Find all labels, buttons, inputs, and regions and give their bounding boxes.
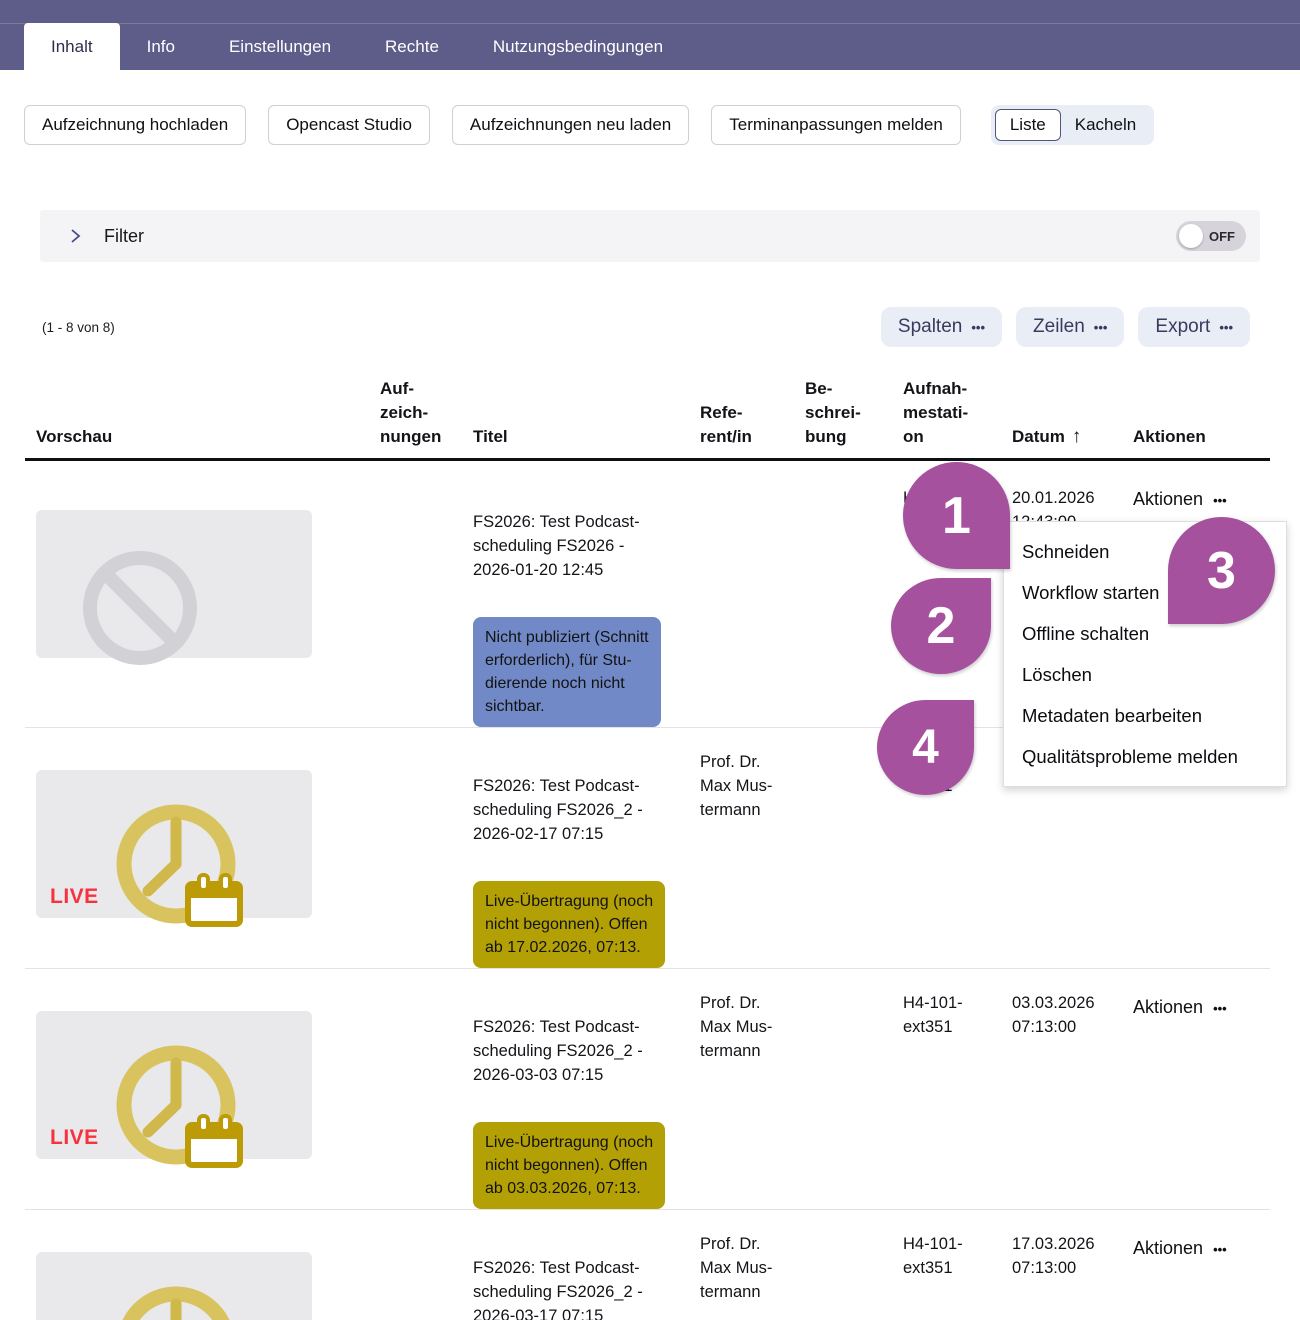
scheduled-live-icon <box>36 1276 312 1320</box>
cell-titel: FS2026: Test Podcast- scheduling FS2026 … <box>473 461 700 727</box>
cell-referent: Prof. Dr. Max Mus- termann <box>700 1210 805 1320</box>
header-vorschau: Vorschau <box>25 425 380 449</box>
preview-thumbnail[interactable]: LIVE <box>36 1252 312 1320</box>
columns-button[interactable]: Spalten ••• <box>881 307 1002 347</box>
cell-aufzeichnungen <box>380 461 473 727</box>
actions-label: Aktionen <box>1133 1238 1203 1259</box>
cell-beschreibung <box>805 1210 903 1320</box>
table-option-buttons: Spalten ••• Zeilen ••• Export ••• <box>881 307 1250 347</box>
tab-inhalt[interactable]: Inhalt <box>24 23 120 70</box>
export-button-label: Export <box>1155 316 1210 338</box>
cell-datum: 03.03.2026 07:13:00 <box>1012 969 1133 1209</box>
menu-item-qualitaetsprobleme-melden[interactable]: Qualitätsprobleme melden <box>1004 736 1286 777</box>
tab-bar: Inhalt Info Einstellungen Rechte Nutzung… <box>0 0 1300 70</box>
recording-title: FS2026: Test Podcast- scheduling FS2026 … <box>473 510 700 582</box>
rows-button[interactable]: Zeilen ••• <box>1016 307 1124 347</box>
table-row: LIVE FS2026: Test Podcast- scheduling FS… <box>25 1210 1270 1320</box>
row-actions-button[interactable]: Aktionen ••• <box>1133 1210 1270 1320</box>
opencast-studio-button[interactable]: Opencast Studio <box>268 105 430 145</box>
ellipsis-icon: ••• <box>1094 320 1108 335</box>
top-nav: Inhalt Info Einstellungen Rechte Nutzung… <box>0 0 1300 70</box>
live-badge: LIVE <box>50 1126 99 1150</box>
list-controls: (1 - 8 von 8) Spalten ••• Zeilen ••• Exp… <box>42 307 1250 347</box>
cell-aufnahmestation: H4-101- ext351 <box>903 1210 1012 1320</box>
ellipsis-icon: ••• <box>1213 1242 1227 1257</box>
tab-rechte[interactable]: Rechte <box>358 23 466 70</box>
recording-title: FS2026: Test Podcast- scheduling FS2026_… <box>473 774 700 846</box>
row-actions-button[interactable]: Aktionen ••• <box>1133 969 1270 1209</box>
blocked-icon <box>36 534 312 682</box>
tab-info[interactable]: Info <box>120 23 202 70</box>
filter-toggle[interactable]: OFF <box>1176 221 1246 251</box>
view-tiles-option[interactable]: Kacheln <box>1061 110 1150 140</box>
columns-button-label: Spalten <box>898 316 962 338</box>
table-header-row: Vorschau Auf- zeich- nungen Titel Refe- … <box>25 365 1270 461</box>
cell-aufzeichnungen <box>380 969 473 1209</box>
ellipsis-icon: ••• <box>971 320 985 335</box>
view-list-option[interactable]: Liste <box>995 109 1061 141</box>
export-button[interactable]: Export ••• <box>1138 307 1250 347</box>
upload-recording-button[interactable]: Aufzeichnung hochladen <box>24 105 246 145</box>
toggle-knob-icon <box>1179 224 1203 248</box>
filter-label: Filter <box>104 226 144 247</box>
sort-ascending-icon: ↑ <box>1072 425 1082 449</box>
recordings-table: Vorschau Auf- zeich- nungen Titel Refe- … <box>25 365 1270 1320</box>
ellipsis-icon: ••• <box>1219 320 1233 335</box>
status-badge: Live-Übertragung (noch nicht begonnen). … <box>473 881 665 968</box>
scheduled-live-icon <box>36 794 312 942</box>
reload-recordings-button[interactable]: Aufzeichnungen neu laden <box>452 105 689 145</box>
actions-label: Aktionen <box>1133 489 1203 510</box>
cell-titel: FS2026: Test Podcast- scheduling FS2026_… <box>473 1210 700 1320</box>
callout-2: 2 <box>891 578 991 674</box>
header-datum-sort[interactable]: Datum ↑ <box>1012 425 1133 449</box>
ellipsis-icon: ••• <box>1213 493 1227 508</box>
cell-beschreibung <box>805 969 903 1209</box>
recording-title: FS2026: Test Podcast- scheduling FS2026_… <box>473 1015 700 1087</box>
recording-title: FS2026: Test Podcast- scheduling FS2026_… <box>473 1256 700 1320</box>
result-count: (1 - 8 von 8) <box>42 320 115 335</box>
cell-titel: FS2026: Test Podcast- scheduling FS2026_… <box>473 969 700 1209</box>
ellipsis-icon: ••• <box>1213 1001 1227 1016</box>
callout-3: 3 <box>1168 517 1275 624</box>
header-aktionen: Aktionen <box>1133 425 1270 449</box>
chevron-right-icon <box>68 229 82 243</box>
header-titel: Titel <box>473 425 700 449</box>
callout-4: 4 <box>877 700 974 795</box>
cell-referent: Prof. Dr. Max Mus- termann <box>700 728 805 968</box>
cell-referent <box>700 461 805 727</box>
cell-aufzeichnungen <box>380 728 473 968</box>
cell-aufzeichnungen <box>380 1210 473 1320</box>
scheduled-live-icon <box>36 1035 312 1183</box>
menu-item-metadaten-bearbeiten[interactable]: Metadaten bearbeiten <box>1004 695 1286 736</box>
toolbar: Aufzeichnung hochladen Opencast Studio A… <box>24 105 1300 145</box>
actions-label: Aktionen <box>1133 997 1203 1018</box>
tab-nutzungsbedingungen[interactable]: Nutzungsbedingungen <box>466 23 690 70</box>
tab-einstellungen[interactable]: Einstellungen <box>202 23 358 70</box>
cell-referent: Prof. Dr. Max Mus- termann <box>700 969 805 1209</box>
header-beschreibung: Be- schrei- bung <box>805 377 903 449</box>
header-referent: Refe- rent/in <box>700 401 805 449</box>
header-aufzeichnungen: Auf- zeich- nungen <box>380 377 473 449</box>
cell-titel: FS2026: Test Podcast- scheduling FS2026_… <box>473 728 700 968</box>
toggle-state-label: OFF <box>1209 229 1235 244</box>
live-badge: LIVE <box>50 885 99 909</box>
header-aufnahmestation: Aufnah- mestati- on <box>903 377 1012 449</box>
header-datum-label: Datum <box>1012 425 1065 449</box>
preview-thumbnail[interactable]: LIVE <box>36 1011 312 1159</box>
menu-item-loeschen[interactable]: Löschen <box>1004 654 1286 695</box>
preview-thumbnail[interactable] <box>36 510 312 658</box>
cell-aufnahmestation: H4-101- ext351 <box>903 969 1012 1209</box>
status-badge: Live-Übertragung (noch nicht begonnen). … <box>473 1122 665 1209</box>
rows-button-label: Zeilen <box>1033 316 1085 338</box>
filter-bar[interactable]: Filter OFF <box>40 210 1260 262</box>
report-schedule-changes-button[interactable]: Terminanpassungen melden <box>711 105 961 145</box>
cell-beschreibung <box>805 461 903 727</box>
cell-datum: 17.03.2026 07:13:00 <box>1012 1210 1133 1320</box>
preview-thumbnail[interactable]: LIVE <box>36 770 312 918</box>
view-switcher: Liste Kacheln <box>991 105 1154 145</box>
status-badge: Nicht publiziert (Schnitt erforderlich),… <box>473 617 661 727</box>
table-row: LIVE FS2026: Test Podcast- scheduling FS… <box>25 969 1270 1210</box>
callout-1: 1 <box>903 462 1010 569</box>
